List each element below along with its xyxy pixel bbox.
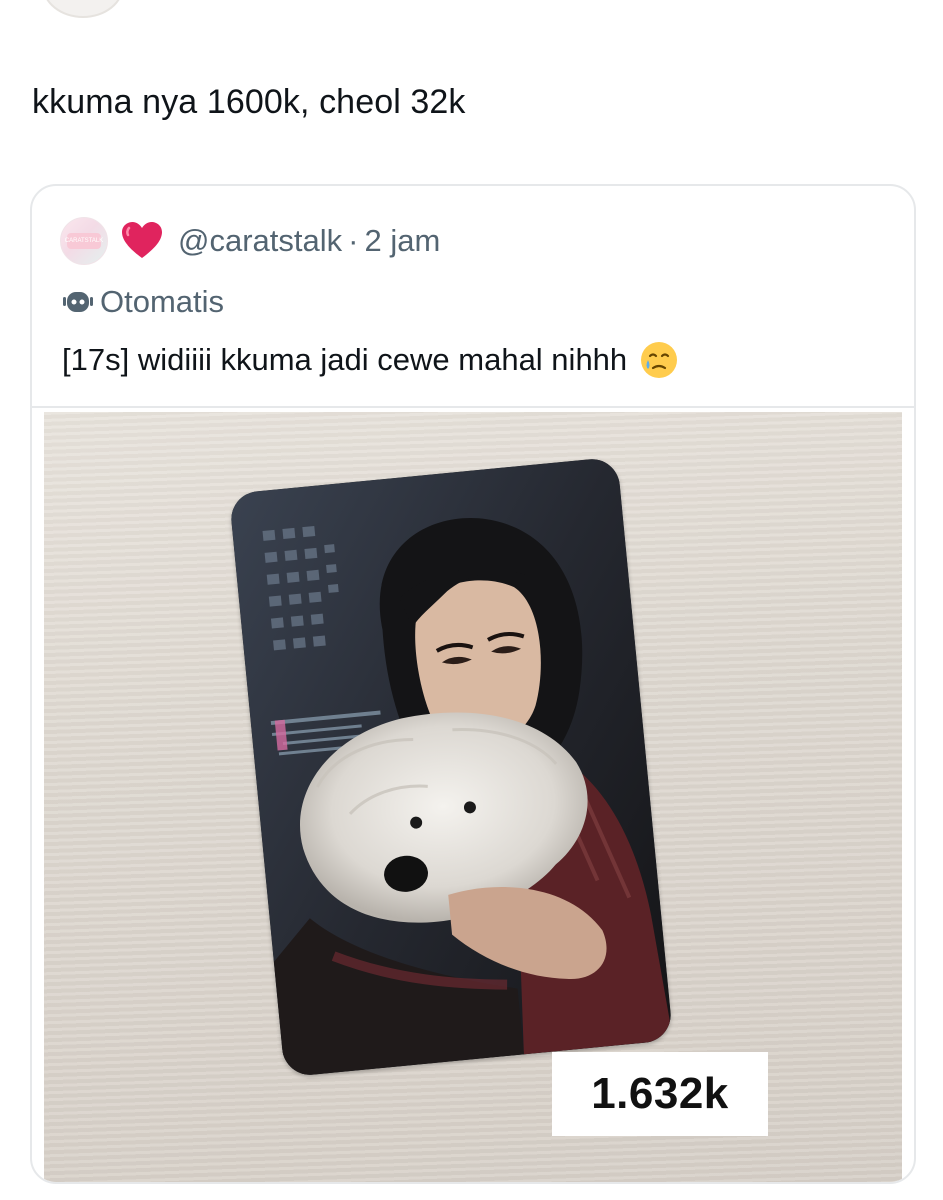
quoted-post-text-content: [17s] widiiii kkuma jadi cewe mahal nihh… [62,342,628,377]
robot-icon [60,287,96,317]
automated-account-label: Otomatis [60,282,224,322]
author-avatar[interactable] [42,0,124,18]
automated-label-text: Otomatis [100,284,225,319]
media-divider [32,406,914,408]
quoted-post-header: CARATSTALK @caratstalk · 2 jam [60,216,440,266]
red-heart-icon [120,219,164,263]
price-label: 1.632k [552,1052,768,1136]
quoted-author-avatar[interactable]: CARATSTALK [60,217,108,265]
separator-dot: · [348,223,359,258]
post-timestamp[interactable]: 2 jam [364,223,440,259]
attached-photo[interactable]: 1.632k [44,412,902,1182]
photocard-illustration [228,456,674,1078]
photocard-image [228,456,674,1078]
quoted-author-handle[interactable]: @caratstalk [178,223,342,259]
face-holding-back-tears-icon [639,340,679,380]
avatar-logo-text: CARATSTALK [65,233,103,249]
quoted-post-card[interactable]: CARATSTALK @caratstalk · 2 jam Otomatis … [30,184,916,1184]
post-text: kkuma nya 1600k, cheol 32k [32,83,466,121]
quoted-post-text: [17s] widiiii kkuma jadi cewe mahal nihh… [62,338,679,382]
